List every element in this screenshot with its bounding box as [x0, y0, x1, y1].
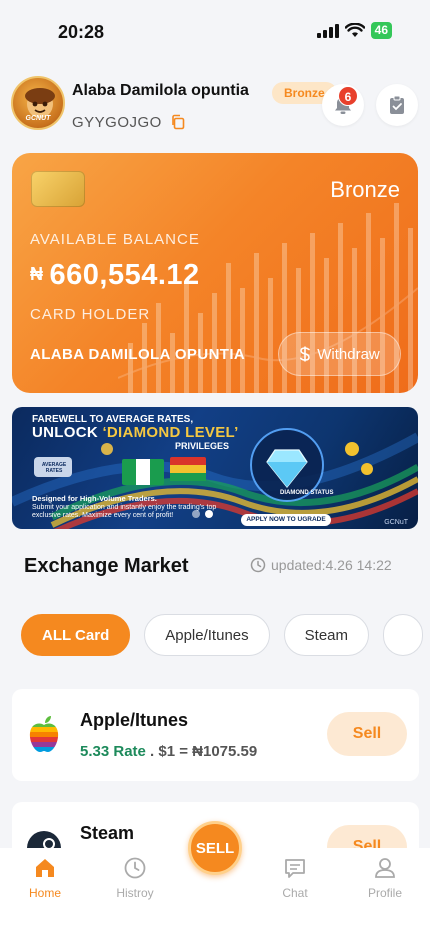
nav-history-label: Histroy [116, 886, 154, 900]
balance-card: Bronze AVAILABLE BALANCE ₦ 660,554.12 CAR… [12, 153, 418, 393]
item-rate: 5.33 Rate . $1 = ₦1075.59 [80, 743, 257, 760]
updated-time: updated:4.26 14:22 [250, 557, 392, 573]
copy-icon[interactable] [170, 114, 186, 130]
clock-icon [250, 557, 266, 573]
card-holder-label: CARD HOLDER [30, 306, 151, 323]
currency-symbol: ₦ [30, 264, 44, 284]
sell-fab-button[interactable]: SELL [188, 821, 242, 875]
filter-chip-more[interactable] [383, 614, 423, 656]
apple-logo-icon [29, 716, 59, 752]
promo-banner[interactable]: FAREWELL TO AVERAGE RATES, UNLOCK ‘DIAMO… [12, 407, 418, 529]
rate-separator: . [145, 743, 159, 760]
filter-chip-apple[interactable]: Apple/Itunes [144, 614, 270, 656]
wifi-icon [344, 23, 365, 37]
balance-amount: ₦ 660,554.12 [30, 259, 200, 292]
item-name: Apple/Itunes [80, 710, 189, 730]
filter-chip-all[interactable]: ALL Card [21, 614, 131, 656]
nav-home-label: Home [28, 886, 61, 900]
banner-headline-a: UNLOCK [32, 424, 103, 441]
battery-icon: 46 [370, 22, 392, 39]
banner-tag: AVERAGE RATES [41, 462, 67, 474]
rate-value: 5.33 Rate [80, 743, 146, 760]
available-balance-label: AVAILABLE BALANCE [30, 231, 200, 248]
signal-icon [316, 23, 339, 38]
orders-button[interactable] [376, 84, 418, 126]
clipboard-check-icon [390, 95, 404, 114]
pagination-dot-active[interactable] [205, 510, 213, 518]
status-bar: 20:28 46 [0, 0, 430, 62]
banner-line-3: PRIVILEGES [175, 441, 230, 451]
clock-icon [124, 857, 146, 879]
sell-button[interactable]: Sell [327, 712, 407, 756]
notification-count-badge: 6 [338, 86, 358, 106]
nav-home[interactable]: Home [10, 856, 80, 900]
nav-profile[interactable]: Profile [350, 856, 420, 900]
status-time: 20:28 [58, 22, 105, 42]
updated-text: updated:4.26 14:22 [271, 557, 392, 573]
banner-headline: UNLOCK ‘DIAMOND LEVEL’ [32, 424, 239, 441]
home-icon [36, 859, 54, 877]
nav-profile-label: Profile [367, 886, 402, 900]
pagination-dot[interactable] [192, 510, 200, 518]
banner-status: DIAMOND STATUS [280, 490, 334, 496]
banner-description-bold: Designed for High-Volume Traders. [32, 494, 157, 503]
avatar[interactable]: GCNUT [11, 76, 65, 130]
banner-pagination [192, 510, 213, 518]
dollar-icon [300, 346, 311, 362]
withdraw-label: Withdraw [317, 345, 380, 363]
withdraw-button[interactable]: Withdraw [278, 332, 401, 376]
user-code: GYYGOJGO [72, 114, 162, 131]
nav-history[interactable]: Histroy [100, 856, 170, 900]
rate-equation: $1 = ₦1075.59 [158, 743, 258, 760]
card-holder-name: ALABA DAMILOLA OPUNTIA [30, 346, 246, 363]
status-icons: 46 [316, 22, 392, 39]
card-tier: Bronze [330, 177, 400, 202]
user-name: Alaba Damilola opuntia [72, 82, 249, 99]
nav-chat-label: Chat [282, 886, 308, 900]
item-name: Steam [80, 823, 135, 843]
market-item-apple[interactable]: Apple/Itunes 5.33 Rate . $1 = ₦1075.59 S… [12, 689, 419, 781]
avatar-text: GCNUT [25, 115, 51, 122]
card-chip [31, 171, 85, 207]
filter-chips: ALL Card Apple/Itunes Steam [21, 614, 430, 658]
mascot-icon [25, 88, 55, 118]
banner-signature: GCNuT [384, 519, 408, 526]
banner-description-text: Submit your application and instantly en… [32, 504, 217, 519]
chat-icon [285, 859, 305, 878]
header: GCNUT Alaba Damilola opuntia Bronze GYYG… [0, 76, 430, 136]
banner-headline-b: ‘DIAMOND LEVEL’ [102, 424, 239, 441]
section-title: Exchange Market [24, 555, 189, 577]
filter-chip-steam[interactable]: Steam [283, 614, 369, 656]
balance-value: 660,554.12 [49, 259, 200, 291]
nav-chat[interactable]: Chat [260, 856, 330, 900]
banner-cta[interactable]: APPLY NOW TO UGRADE [241, 514, 331, 526]
profile-icon [375, 858, 395, 878]
